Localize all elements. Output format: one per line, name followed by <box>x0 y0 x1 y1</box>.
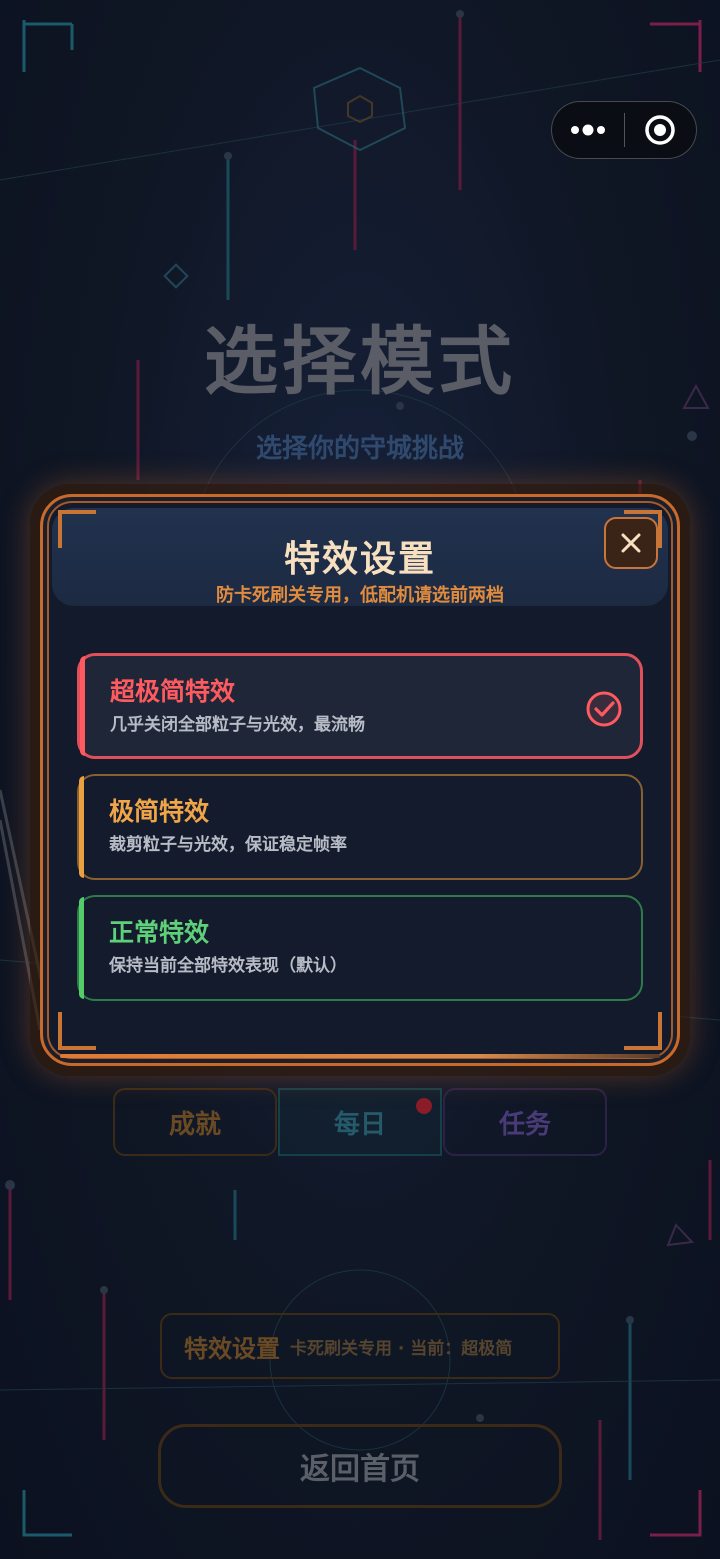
option-description: 几乎关闭全部粒子与光效，最流畅 <box>110 715 365 735</box>
target-icon[interactable] <box>625 101 697 159</box>
option-accent-bar <box>79 897 84 999</box>
corner-bracket <box>624 1012 662 1050</box>
option-description: 裁剪粒子与光效，保证稳定帧率 <box>109 835 347 855</box>
option-minimal[interactable]: 极简特效 裁剪粒子与光效，保证稳定帧率 <box>77 774 643 880</box>
effects-setting-bar-info: 卡死刷关专用 · 当前：超极简 <box>290 1338 513 1359</box>
option-normal[interactable]: 正常特效 保持当前全部特效表现（默认） <box>77 895 643 1001</box>
corner-bracket <box>58 1012 96 1050</box>
option-title: 正常特效 <box>109 918 210 947</box>
tab-tasks[interactable]: 任务 <box>443 1088 607 1156</box>
option-ultra-minimal[interactable]: 超极简特效 几乎关闭全部粒子与光效，最流畅 <box>77 653 643 759</box>
option-title: 极简特效 <box>109 797 210 826</box>
tab-daily[interactable]: 每日 <box>278 1088 442 1156</box>
screen: 选择模式 选择你的守城挑战 成就 每日 任务 特效设置 卡死刷关专用 · 当前：… <box>0 0 720 1559</box>
page-subtitle: 选择你的守城挑战 <box>255 434 464 464</box>
modal-subtitle: 防卡死刷关专用，低配机请选前两档 <box>216 585 504 606</box>
option-title: 超极简特效 <box>110 677 236 706</box>
option-description: 保持当前全部特效表现（默认） <box>109 956 347 976</box>
option-accent-bar <box>79 776 84 878</box>
option-accent-bar <box>80 656 85 756</box>
effects-setting-bar-label: 特效设置 <box>184 1334 280 1363</box>
home-button[interactable]: 返回首页 <box>158 1424 562 1508</box>
effects-setting-bar[interactable]: 特效设置 卡死刷关专用 · 当前：超极简 <box>160 1313 560 1379</box>
tab-achievements[interactable]: 成就 <box>113 1088 277 1156</box>
check-circle-icon <box>586 691 622 727</box>
mini-program-capsule <box>551 101 697 159</box>
notification-dot <box>416 1098 432 1114</box>
close-icon <box>621 533 641 553</box>
bottom-tabs: 成就 每日 任务 <box>113 1088 607 1158</box>
page-title: 选择模式 <box>204 319 516 405</box>
modal-bottom-line <box>60 1054 660 1058</box>
more-dots-icon[interactable] <box>552 101 624 159</box>
close-button[interactable] <box>604 517 658 569</box>
